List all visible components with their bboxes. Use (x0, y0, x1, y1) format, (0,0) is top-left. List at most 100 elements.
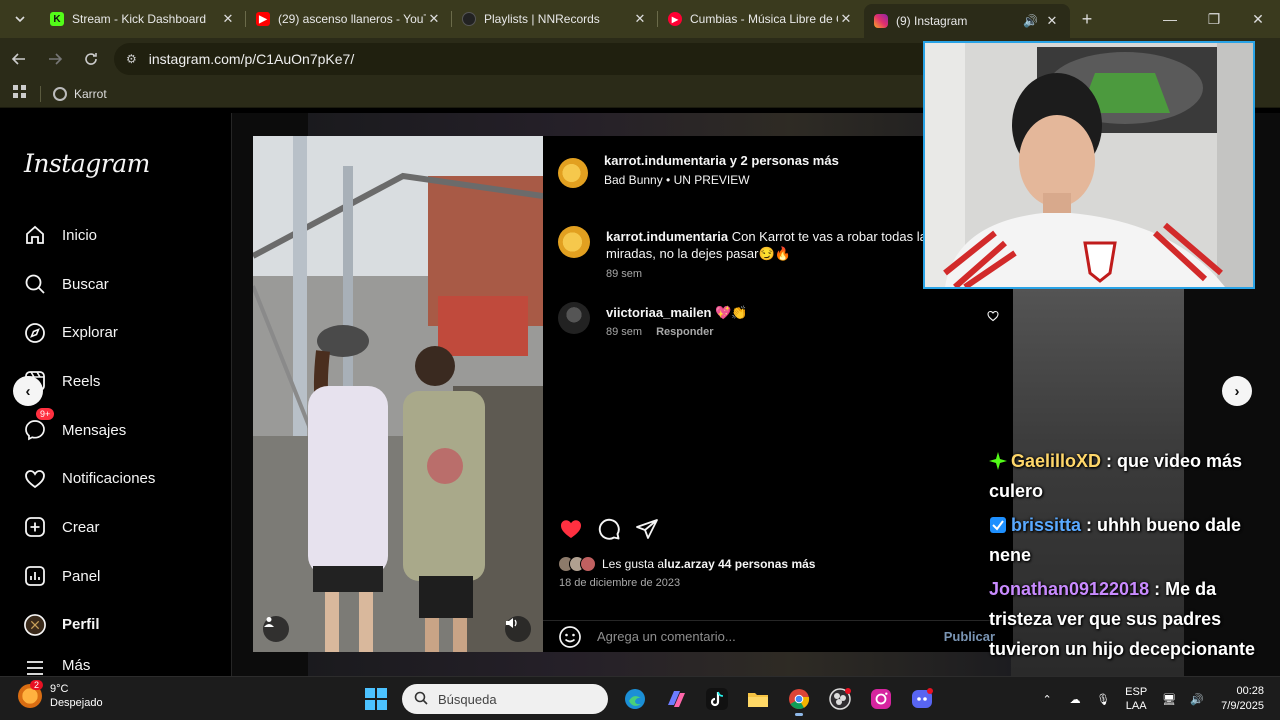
file-explorer-app[interactable] (741, 682, 775, 716)
tiktok-app[interactable] (700, 682, 734, 716)
window-controls: — ❐ ✕ (1148, 0, 1280, 38)
comment-body: 💖👏 (715, 305, 748, 320)
chat-username: brissitta (1011, 515, 1082, 535)
close-window-icon[interactable]: ✕ (1236, 0, 1280, 38)
tab-search-menu-button[interactable] (0, 0, 40, 38)
search-icon (414, 691, 428, 708)
post-author[interactable]: karrot.indumentaria y 2 personas más (604, 153, 839, 168)
apps-grid-icon[interactable] (0, 85, 40, 102)
language-bottom: LAA (1125, 700, 1147, 712)
emoji-icon[interactable] (558, 625, 582, 649)
tab-kick[interactable]: K Stream - Kick Dashboard ✕ (40, 0, 246, 38)
site-settings-icon[interactable]: ⚙ (126, 52, 137, 66)
start-button[interactable] (359, 682, 393, 716)
close-icon[interactable]: ✕ (632, 11, 648, 27)
next-post-button[interactable]: › (1222, 376, 1252, 406)
comment-text: viictoriaa_mailen 💖👏 (606, 304, 936, 321)
back-button[interactable] (2, 42, 36, 76)
sidebar-item-panel[interactable]: Panel (0, 552, 232, 601)
url-text: instagram.com/p/C1AuOn7pKe7/ (148, 51, 355, 67)
close-icon[interactable]: ✕ (1044, 13, 1060, 29)
home-icon (24, 224, 46, 246)
edge-app[interactable] (618, 682, 652, 716)
sidebar-item-crear[interactable]: Crear (0, 503, 232, 552)
sidebar-item-explorar[interactable]: Explorar (0, 308, 232, 357)
sidebar-item-perfil[interactable]: Perfil (0, 601, 232, 650)
tagged-users-button[interactable] (263, 616, 289, 642)
obs-app[interactable] (823, 682, 857, 716)
likes-summary[interactable]: Les gusta a luz.arza y 44 personas más (558, 556, 815, 572)
copilot-app[interactable] (659, 682, 693, 716)
network-icon[interactable]: 🖥 (1155, 693, 1183, 706)
caption-username[interactable]: karrot.indumentaria (606, 229, 728, 244)
globe-icon (53, 86, 67, 101)
tab-instagram[interactable]: (9) Instagram 🔊 ✕ (864, 4, 1070, 38)
comment-button[interactable] (596, 516, 622, 542)
cloud-icon[interactable]: ☁ (1061, 693, 1089, 706)
sidebar-item-label: Crear (62, 518, 100, 536)
tab-nnrecords[interactable]: Playlists | NNRecords ✕ (452, 0, 658, 38)
post-audio[interactable]: Bad Bunny • UN PREVIEW (604, 173, 750, 187)
language-top: ESP (1125, 686, 1148, 698)
sidebar-nav: Inicio Buscar Explorar Reels 9+ Mensajes… (0, 211, 232, 677)
likes-rest[interactable]: y 44 personas más (708, 557, 815, 571)
discord-app[interactable] (905, 682, 939, 716)
clock[interactable]: 00:28 7/9/2025 (1221, 684, 1264, 714)
restore-icon[interactable]: ❐ (1192, 0, 1236, 38)
comment-username[interactable]: viictoriaa_mailen (606, 305, 712, 320)
speaker-icon[interactable]: 🔊 (1023, 14, 1038, 28)
windows-taskbar: 2 9°C Despejado Búsqueda ⌃ ☁ 🎙 ESP LAA 🖥… (0, 676, 1280, 720)
sidebar-item-notificaciones[interactable]: Notificaciones (0, 454, 232, 503)
tab-youtube[interactable]: ▶ (29) ascenso llaneros - YouTu ✕ (246, 0, 452, 38)
tab-title: (9) Instagram (896, 14, 968, 28)
author-avatar[interactable] (558, 158, 588, 188)
close-icon[interactable]: ✕ (220, 11, 236, 27)
profile-avatar-icon (24, 613, 46, 636)
language-indicator[interactable]: ESP LAA (1125, 685, 1147, 713)
messenger-icon (24, 419, 46, 441)
reload-button[interactable] (74, 42, 108, 76)
share-button[interactable] (634, 516, 660, 542)
bookmark-karrot[interactable]: Karrot (53, 86, 107, 101)
instagram-logo[interactable]: Instagram (24, 149, 150, 178)
tab-title: Stream - Kick Dashboard (72, 12, 207, 26)
sidebar-item-mas[interactable]: Más (0, 649, 232, 677)
chevron-up-icon[interactable]: ⌃ (1033, 693, 1061, 706)
weather-widget[interactable]: 2 9°C Despejado (18, 680, 103, 710)
add-comment-bar: Agrega un comentario... Publicar (543, 620, 1013, 652)
post-video[interactable] (253, 136, 543, 652)
commenter-avatar[interactable] (558, 302, 590, 334)
reply-link[interactable]: Responder (656, 326, 713, 338)
sidebar-item-mensajes[interactable]: 9+ Mensajes (0, 406, 232, 455)
close-icon[interactable]: ✕ (838, 11, 854, 27)
minimize-icon[interactable]: — (1148, 0, 1192, 38)
chrome-app[interactable] (782, 682, 816, 716)
instagram-app[interactable] (864, 682, 898, 716)
heart-icon (24, 468, 46, 490)
taskbar-search[interactable]: Búsqueda (402, 684, 608, 714)
microphone-icon[interactable]: 🎙 (1089, 693, 1117, 706)
taskbar-apps: Búsqueda (355, 681, 942, 717)
forward-button[interactable] (38, 42, 72, 76)
new-tab-button[interactable]: + (1070, 9, 1104, 30)
comment-input[interactable]: Agrega un comentario... (597, 629, 944, 644)
likes-user[interactable]: luz.arza (664, 557, 708, 571)
caption-avatar[interactable] (558, 226, 590, 258)
sidebar-item-buscar[interactable]: Buscar (0, 260, 232, 309)
clock-time: 00:28 (1236, 685, 1264, 697)
taskbar-search-placeholder: Búsqueda (438, 691, 497, 707)
chat-username: GaelilloXD (1011, 451, 1102, 471)
tab-title: (29) ascenso llaneros - YouTu (278, 12, 426, 26)
mute-button[interactable] (505, 616, 531, 642)
previous-post-button[interactable]: ‹ (13, 376, 43, 406)
sidebar-item-inicio[interactable]: Inicio (0, 211, 232, 260)
like-comment-heart-icon[interactable] (987, 310, 999, 322)
like-button[interactable] (558, 516, 584, 542)
close-icon[interactable]: ✕ (426, 11, 442, 27)
weather-text: 9°C Despejado (50, 682, 103, 710)
obs-icon (828, 688, 851, 710)
bookmark-label: Karrot (74, 86, 107, 101)
publish-button[interactable]: Publicar (944, 629, 995, 644)
volume-icon[interactable]: 🔊 (1183, 693, 1211, 706)
tab-cumbias[interactable]: ▶ Cumbias - Música Libre de Co ✕ (658, 0, 864, 38)
